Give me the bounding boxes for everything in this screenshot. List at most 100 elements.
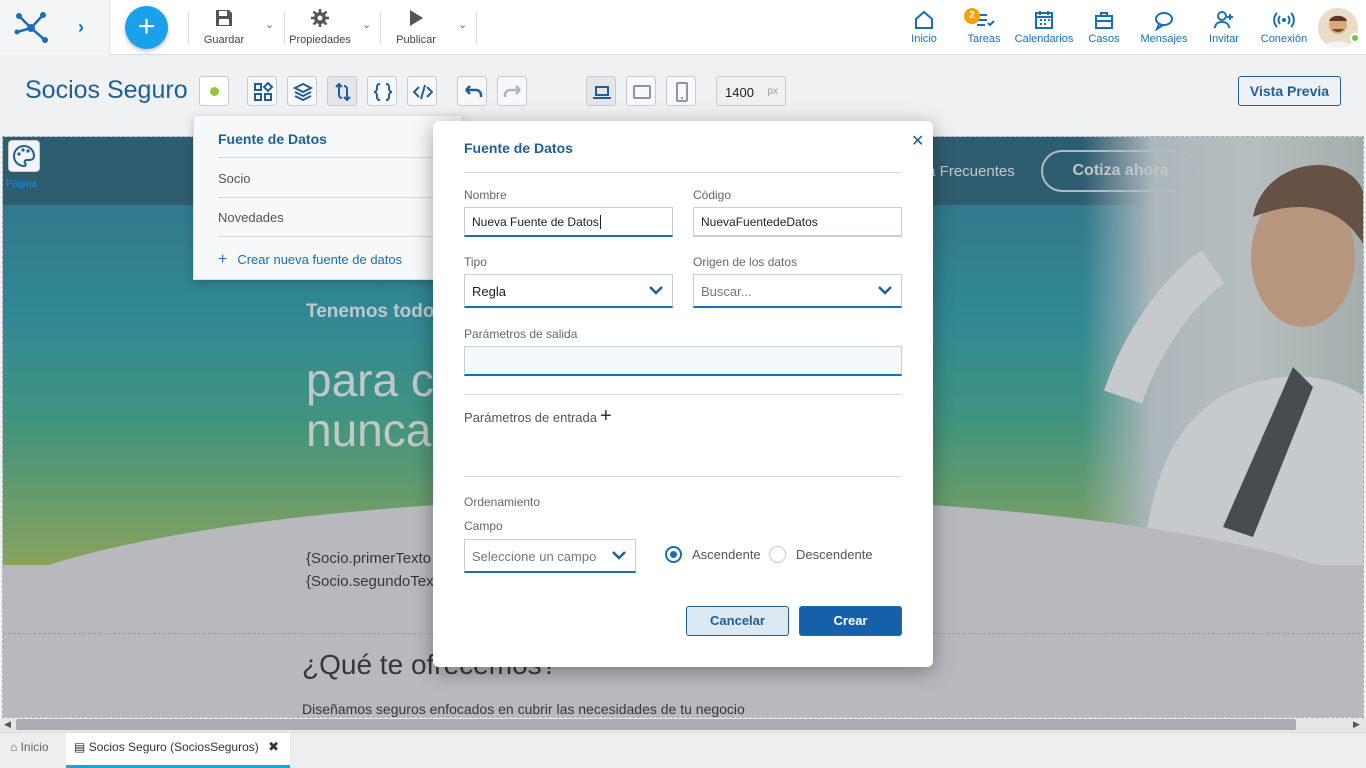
data-source-menu-header: Fuente de Datos bbox=[218, 131, 327, 147]
add-user-icon bbox=[1214, 11, 1233, 29]
origin-placeholder: Buscar... bbox=[701, 284, 752, 299]
menu-item-socio[interactable]: Socio bbox=[218, 171, 251, 186]
chat-icon bbox=[1155, 12, 1173, 31]
braces-icon bbox=[373, 83, 393, 101]
plus-icon: + bbox=[218, 251, 228, 268]
canvas-width-unit: px bbox=[767, 86, 778, 97]
expand-chevron-icon[interactable]: › bbox=[78, 17, 84, 38]
tab-socios-seguro[interactable]: ▤ Socios Seguro (SociosSeguros) ✖ bbox=[66, 733, 290, 768]
publish-button[interactable]: Publicar bbox=[392, 8, 440, 48]
page-title: Socios Seguro bbox=[25, 76, 188, 104]
tab-label: Socios Seguro (SociosSeguros) bbox=[88, 740, 259, 754]
redo-button[interactable] bbox=[497, 76, 527, 106]
ascending-label: Ascendente bbox=[692, 547, 761, 562]
data-source-dialog: Fuente de Datos ✕ Nombre Nueva Fuente de… bbox=[433, 121, 933, 667]
nav-invite[interactable]: Invitar bbox=[1204, 9, 1244, 49]
chevron-down-icon bbox=[878, 286, 892, 295]
divider bbox=[218, 157, 464, 158]
publish-dropdown-icon[interactable]: ⌄ bbox=[458, 18, 467, 31]
data-sources-button[interactable] bbox=[327, 76, 357, 106]
page-style-button[interactable] bbox=[8, 140, 40, 172]
save-icon bbox=[216, 10, 232, 26]
nav-label: Inicio bbox=[911, 33, 937, 45]
dialog-title: Fuente de Datos bbox=[464, 140, 573, 156]
save-button[interactable]: Guardar bbox=[198, 8, 250, 48]
add-button[interactable]: + bbox=[125, 6, 168, 49]
mobile-icon bbox=[676, 82, 688, 102]
divider bbox=[380, 12, 381, 44]
close-icon[interactable]: ✖ bbox=[268, 739, 279, 754]
code-field[interactable]: NuevaFuentedeDatos bbox=[693, 207, 902, 237]
components-button[interactable] bbox=[247, 76, 277, 106]
create-button[interactable]: Crear bbox=[799, 606, 902, 636]
menu-item-novedades[interactable]: Novedades bbox=[218, 210, 284, 225]
descending-label: Descendente bbox=[796, 547, 873, 562]
code-button[interactable] bbox=[407, 76, 437, 106]
type-select[interactable]: Regla bbox=[464, 274, 673, 308]
properties-dropdown-icon[interactable]: ⌄ bbox=[362, 18, 371, 31]
nav-cases[interactable]: Casos bbox=[1084, 9, 1124, 49]
data-source-menu: Fuente de Datos Socio Novedades + Crear n… bbox=[193, 115, 464, 280]
chevron-down-icon bbox=[612, 551, 626, 560]
create-data-source-link[interactable]: + Crear nueva fuente de datos bbox=[218, 251, 402, 269]
name-value: Nueva Fuente de Datos bbox=[472, 215, 599, 229]
status-button[interactable] bbox=[199, 76, 229, 106]
tablet-icon bbox=[633, 85, 651, 99]
cancel-button[interactable]: Cancelar bbox=[686, 606, 789, 636]
nav-messages[interactable]: Mensajes bbox=[1138, 9, 1190, 49]
nav-label: Invitar bbox=[1209, 33, 1239, 45]
play-icon bbox=[410, 10, 423, 26]
redo-icon bbox=[503, 85, 521, 97]
type-label: Tipo bbox=[464, 255, 487, 269]
code-icon bbox=[413, 84, 433, 100]
output-params-field[interactable] bbox=[464, 346, 902, 376]
divider bbox=[476, 12, 477, 44]
layers-icon bbox=[293, 82, 313, 102]
tablet-view-button[interactable] bbox=[626, 76, 656, 106]
field-label: Campo bbox=[464, 519, 503, 533]
logo-area[interactable] bbox=[0, 0, 110, 55]
nav-label: Conexión bbox=[1260, 33, 1308, 45]
mobile-view-button[interactable] bbox=[666, 76, 696, 106]
close-icon[interactable]: ✕ bbox=[911, 131, 924, 151]
origin-select[interactable]: Buscar... bbox=[693, 274, 902, 308]
online-status-icon bbox=[1350, 33, 1360, 43]
divider bbox=[464, 394, 902, 395]
preview-button[interactable]: Vista Previa bbox=[1238, 76, 1341, 106]
ascending-radio[interactable] bbox=[665, 546, 682, 563]
home-icon: ⌂ bbox=[10, 740, 18, 754]
descending-radio[interactable] bbox=[769, 546, 786, 563]
save-dropdown-icon[interactable]: ⌄ bbox=[265, 18, 274, 31]
variables-button[interactable] bbox=[367, 76, 397, 106]
code-value: NuevaFuentedeDatos bbox=[701, 215, 818, 229]
nav-calendars[interactable]: Calendarios bbox=[1014, 9, 1074, 49]
order-field-select[interactable]: Seleccione un campo bbox=[464, 539, 636, 573]
canvas-width-input[interactable]: 1400 px bbox=[716, 76, 786, 106]
divider bbox=[464, 476, 902, 477]
scroll-right-icon[interactable]: ▶ bbox=[1353, 719, 1360, 730]
nav-connection[interactable]: Conexión bbox=[1259, 9, 1309, 49]
tab-label: Inicio bbox=[20, 740, 49, 754]
desktop-view-button[interactable] bbox=[586, 76, 616, 106]
nav-home[interactable]: Inicio bbox=[904, 9, 944, 49]
origin-label: Origen de los datos bbox=[693, 255, 798, 269]
order-label: Ordenamiento bbox=[464, 495, 541, 509]
horizontal-scrollbar[interactable]: ◀ ▶ bbox=[0, 718, 1366, 732]
name-label: Nombre bbox=[464, 188, 507, 202]
app-logo-icon bbox=[14, 12, 48, 43]
add-input-param-icon[interactable]: + bbox=[600, 405, 612, 428]
layers-button[interactable] bbox=[287, 76, 317, 106]
scroll-left-icon[interactable]: ◀ bbox=[4, 719, 11, 730]
name-field[interactable]: Nueva Fuente de Datos bbox=[464, 207, 673, 237]
code-label: Código bbox=[693, 188, 732, 202]
properties-label: Propiedades bbox=[289, 34, 351, 46]
type-value: Regla bbox=[472, 284, 506, 299]
divider bbox=[218, 197, 464, 198]
divider bbox=[218, 236, 464, 237]
properties-button[interactable]: Propiedades bbox=[287, 8, 353, 48]
undo-button[interactable] bbox=[457, 76, 487, 106]
home-icon bbox=[915, 10, 933, 29]
tab-home[interactable]: ⌂ Inicio bbox=[10, 733, 66, 768]
scrollbar-thumb[interactable] bbox=[16, 719, 1296, 730]
undo-icon bbox=[465, 85, 483, 97]
